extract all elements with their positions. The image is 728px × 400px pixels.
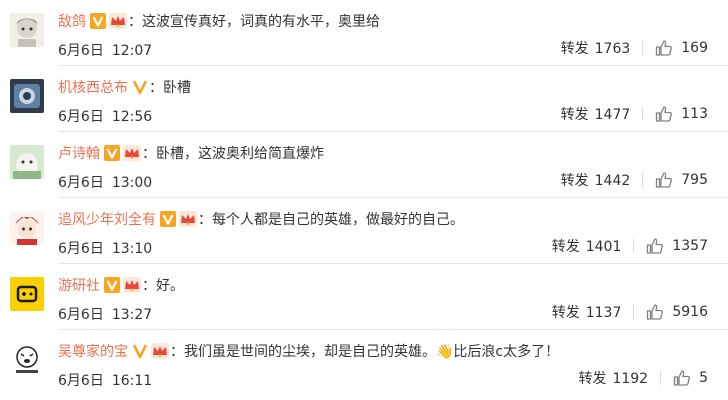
comment-item: 敌鸽 ： 这波宣传真好，词真的有水平，奥里给 6月6日 12:07 转发 1763 …: [0, 0, 728, 66]
comment-item: 追风少年刘全有 ： 每个人都是自己的英雄，做最好的自己。 6月6日 13:10 转…: [0, 198, 728, 264]
repost-label: 转发: [560, 107, 589, 123]
comment-item: 机核西总布 ： 卧槽 6月6日 12:56 转发 1477 113: [0, 66, 728, 132]
thumbs-up-icon: [656, 172, 673, 188]
avatar[interactable]: [10, 343, 44, 377]
like-button[interactable]: 5916: [646, 303, 708, 321]
comment-text: 好。: [156, 278, 184, 294]
repost-label: 转发: [560, 41, 589, 57]
comment-list: 敌鸽 ： 这波宣传真好，词真的有水平，奥里给 6月6日 12:07 转发 1763 …: [0, 0, 728, 396]
comment-time: 12:07: [111, 43, 153, 59]
avatar[interactable]: [10, 79, 44, 113]
comment-time: 13:00: [111, 175, 153, 191]
comment-nickname[interactable]: 机核西总布: [58, 77, 128, 97]
repost-label: 转发: [560, 173, 589, 189]
comment-time: 16:11: [111, 373, 153, 389]
repost-label: 转发: [551, 239, 580, 255]
repost-button[interactable]: 转发 1442: [561, 170, 631, 190]
thumbs-up-icon: [656, 40, 673, 56]
colon-separator: ：: [170, 344, 184, 360]
avatar[interactable]: [10, 277, 44, 311]
comment-item: 游研社 ： 好。 6月6日 13:27 转发 1137 5916: [0, 264, 728, 330]
comment-time: 12:56: [111, 109, 153, 125]
comment-item: 吴尊家的宝 ： 我们虽是世间的尘埃，却是自己的英雄。👋比后浪c太多了！ 6月6日…: [0, 330, 728, 396]
repost-count: 1137: [585, 305, 622, 321]
crown-badge-icon: [151, 343, 169, 359]
comment-nickname[interactable]: 吴尊家的宝: [58, 341, 128, 361]
like-count: 169: [681, 40, 708, 56]
crown-badge-icon: [123, 277, 141, 293]
comment-text: 这波宣传真好，词真的有水平，奥里给: [142, 14, 380, 30]
vip-badge-icon: [104, 145, 120, 161]
comment-date: 6月6日: [58, 241, 104, 257]
crown-badge-icon: [109, 13, 127, 29]
repost-count: 1192: [612, 371, 649, 387]
action-divider: [642, 107, 644, 121]
comment-date: 6月6日: [58, 175, 104, 191]
vip-badge-icon: [104, 277, 120, 293]
colon-separator: ：: [142, 146, 156, 162]
repost-count: 1442: [594, 173, 631, 189]
colon-separator: ：: [149, 80, 163, 96]
vip-badge-icon: [160, 211, 176, 227]
comment-date: 6月6日: [58, 307, 104, 323]
comment-nickname[interactable]: 卢诗翰: [58, 143, 100, 163]
repost-count: 1401: [585, 239, 622, 255]
vip-badge-icon: [90, 13, 106, 29]
colon-separator: ：: [198, 212, 212, 228]
repost-button[interactable]: 转发 1477: [561, 104, 631, 124]
action-divider: [642, 173, 644, 187]
thumbs-up-icon: [673, 370, 690, 386]
comment-nickname[interactable]: 游研社: [58, 275, 100, 295]
avatar[interactable]: [10, 13, 44, 47]
like-count: 1357: [672, 238, 708, 254]
action-divider: [660, 371, 662, 385]
repost-label: 转发: [551, 305, 580, 321]
action-divider: [642, 41, 644, 55]
action-divider: [633, 305, 635, 319]
comment-nickname[interactable]: 追风少年刘全有: [58, 209, 156, 229]
avatar[interactable]: [10, 145, 44, 179]
thumbs-up-icon: [647, 304, 664, 320]
repost-count: 1763: [594, 41, 631, 57]
thumbs-up-icon: [647, 238, 664, 254]
avatar[interactable]: [10, 211, 44, 245]
like-button[interactable]: 5: [673, 369, 708, 387]
like-count: 113: [681, 106, 708, 122]
like-count: 795: [681, 172, 708, 188]
colon-separator: ：: [142, 278, 156, 294]
thumbs-up-icon: [656, 106, 673, 122]
comment-date: 6月6日: [58, 43, 104, 59]
comment-time: 13:27: [111, 307, 153, 323]
action-divider: [633, 239, 635, 253]
comment-date: 6月6日: [58, 373, 104, 389]
crown-badge-icon: [179, 211, 197, 227]
comment-time: 13:10: [111, 241, 153, 257]
repost-button[interactable]: 转发 1763: [561, 38, 631, 58]
crown-badge-icon: [123, 145, 141, 161]
comment-text: 每个人都是自己的英雄，做最好的自己。: [212, 212, 464, 228]
vip-badge-icon: [132, 79, 148, 95]
comment-date: 6月6日: [58, 109, 104, 125]
comment-nickname[interactable]: 敌鸽: [58, 11, 86, 31]
repost-button[interactable]: 转发 1401: [552, 236, 622, 256]
vip-badge-icon: [132, 343, 148, 359]
like-button[interactable]: 1357: [646, 237, 708, 255]
repost-label: 转发: [578, 371, 607, 387]
repost-button[interactable]: 转发 1137: [552, 302, 622, 322]
like-count: 5: [699, 370, 708, 386]
colon-separator: ：: [128, 14, 142, 30]
like-button[interactable]: 113: [655, 105, 708, 123]
comment-text: 我们虽是世间的尘埃，却是自己的英雄。👋比后浪c太多了！: [184, 344, 560, 360]
like-count: 5916: [672, 304, 708, 320]
comment-text: 卧槽，这波奥利给简直爆炸: [156, 146, 324, 162]
like-button[interactable]: 795: [655, 171, 708, 189]
comment-text: 卧槽: [163, 80, 191, 96]
like-button[interactable]: 169: [655, 39, 708, 57]
repost-button[interactable]: 转发 1192: [578, 368, 648, 388]
comment-item: 卢诗翰 ： 卧槽，这波奥利给简直爆炸 6月6日 13:00 转发 1442 795: [0, 132, 728, 198]
repost-count: 1477: [594, 107, 631, 123]
